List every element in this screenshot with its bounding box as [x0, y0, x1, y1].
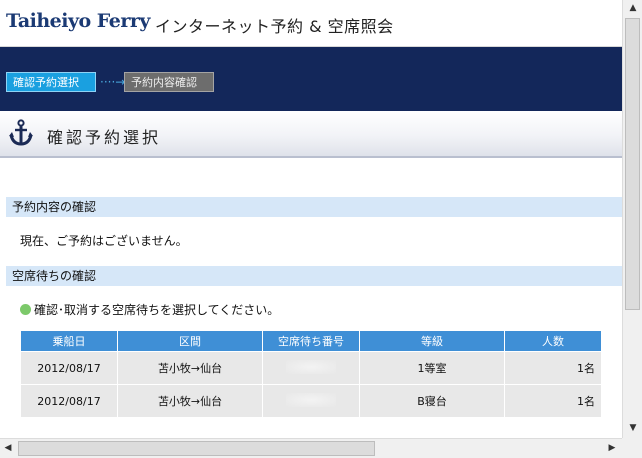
- instruction-text: 確認･取消する空席待ちを選択してください。: [34, 303, 280, 317]
- vertical-scroll-thumb[interactable]: [625, 18, 640, 310]
- browser-viewport: Taiheiyo Ferry インターネット予約 & 空席照会 確認予約選択 ·…: [0, 0, 622, 438]
- scroll-right-arrow-icon[interactable]: ▶: [604, 440, 620, 456]
- waitlist-table: 乗船日 区間 空席待ち番号 等級 人数 2012/08/17 苫小牧→仙台 1等…: [20, 330, 602, 418]
- step-current: 確認予約選択: [6, 72, 96, 92]
- taiheiyo-ferry-logo[interactable]: Taiheiyo Ferry: [6, 10, 150, 32]
- cell-grade: B寝台: [359, 384, 505, 418]
- column-header-count: 人数: [504, 330, 602, 352]
- column-header-grade: 等級: [359, 330, 505, 352]
- waitlist-instruction: 確認･取消する空席待ちを選択してください。: [20, 301, 279, 318]
- page-header: 確認予約選択: [0, 111, 622, 158]
- cell-count: 1名: [504, 351, 602, 385]
- section-heading-reservation: 予約内容の確認: [6, 197, 622, 217]
- column-header-route: 区間: [117, 330, 263, 352]
- cell-number-redacted: [262, 351, 360, 385]
- anchor-icon: [9, 119, 33, 146]
- scroll-down-arrow-icon[interactable]: ▼: [625, 420, 641, 436]
- horizontal-scrollbar[interactable]: ◀ ▶: [0, 438, 622, 458]
- column-header-date: 乗船日: [20, 330, 118, 352]
- step-navigation: 確認予約選択 ····→ 予約内容確認: [0, 47, 622, 111]
- no-reservation-message: 現在、ご予約はございません。: [20, 234, 188, 248]
- section-heading-waitlist: 空席待ちの確認: [6, 266, 622, 286]
- step-next: 予約内容確認: [124, 72, 214, 92]
- table-header-row: 乗船日 区間 空席待ち番号 等級 人数: [20, 330, 602, 352]
- table-row[interactable]: 2012/08/17 苫小牧→仙台 1等室 1名: [20, 351, 602, 385]
- cell-date: 2012/08/17: [20, 384, 118, 418]
- header-title: インターネット予約 & 空席照会: [155, 17, 394, 36]
- cell-route: 苫小牧→仙台: [117, 351, 263, 385]
- column-header-number: 空席待ち番号: [262, 330, 360, 352]
- redaction-blur: [286, 392, 336, 407]
- horizontal-scroll-thumb[interactable]: [18, 441, 375, 456]
- page-title: 確認予約選択: [47, 128, 162, 147]
- cell-date: 2012/08/17: [20, 351, 118, 385]
- green-dot-icon: [20, 304, 31, 315]
- site-header: Taiheiyo Ferry インターネット予約 & 空席照会: [0, 0, 622, 47]
- cell-count: 1名: [504, 384, 602, 418]
- vertical-scrollbar[interactable]: ▲ ▼: [622, 0, 642, 438]
- cell-grade: 1等室: [359, 351, 505, 385]
- scroll-up-arrow-icon[interactable]: ▲: [625, 0, 641, 16]
- step-arrow-icon: ····→: [100, 75, 126, 89]
- redaction-blur: [286, 359, 336, 374]
- scrollbar-corner: [622, 438, 642, 458]
- table-row[interactable]: 2012/08/17 苫小牧→仙台 B寝台 1名: [20, 384, 602, 418]
- cell-route: 苫小牧→仙台: [117, 384, 263, 418]
- cell-number-redacted: [262, 384, 360, 418]
- scroll-left-arrow-icon[interactable]: ◀: [0, 440, 16, 456]
